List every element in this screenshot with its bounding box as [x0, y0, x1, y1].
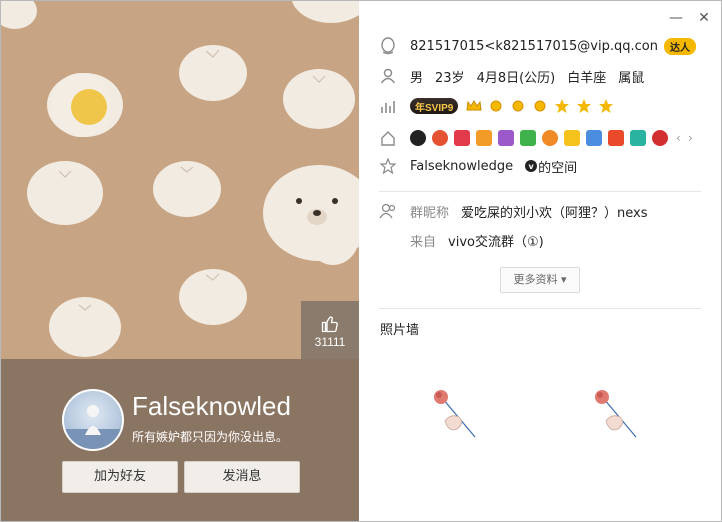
sun-icon	[534, 100, 546, 112]
services-house-icon	[379, 129, 397, 147]
gem-service-icon[interactable]	[454, 130, 470, 146]
like-button[interactable]: 31111	[301, 301, 359, 359]
cover-panel: 31111 Falseknowled 所有嫉妒都只因为你没出息。 加为好友 发消…	[1, 1, 359, 521]
thumbs-up-icon	[321, 316, 338, 333]
group-nick-value: 爱吃屎的刘小欢（阿狸？）nexs	[461, 205, 648, 221]
star-icon	[555, 99, 570, 113]
group-people-icon	[379, 202, 397, 220]
photo-wall-title: 照片墙	[380, 323, 420, 338]
person-icon	[379, 67, 397, 85]
personal-row: 男 23岁 4月8日(公历) 白羊座 属鼠	[379, 65, 644, 87]
star-icon	[577, 99, 592, 113]
gender: 男	[410, 70, 424, 86]
birthday: 4月8日(公历)	[476, 70, 556, 86]
shield-service-icon[interactable]	[608, 130, 624, 146]
services-prev-icon[interactable]: ‹	[676, 131, 686, 145]
space-row[interactable]: Falseknowledge v 的空间	[379, 155, 577, 177]
age: 23岁	[435, 70, 465, 86]
more-info-button[interactable]: 更多资料 ▾	[500, 267, 580, 293]
info-divider	[379, 191, 701, 192]
photo-rose-hand-2[interactable]	[586, 381, 650, 445]
sun-icon	[512, 100, 524, 112]
avatar[interactable]	[62, 389, 124, 451]
profile-nickname: Falseknowled	[132, 391, 291, 421]
group-nick-label: 群昵称	[410, 205, 450, 221]
sun-icon	[490, 100, 502, 112]
services-row: ‹ ›	[379, 127, 698, 149]
add-friend-button[interactable]: 加为好友	[62, 461, 178, 493]
space-link[interactable]: v 的空间	[525, 157, 577, 176]
penguin-service-icon[interactable]	[410, 130, 426, 146]
yellow-star-service-icon[interactable]	[564, 130, 580, 146]
crown-icon	[466, 100, 482, 111]
send-message-button[interactable]: 发消息	[184, 461, 300, 493]
account-row: 821517015<k821517015@vip.qq.con 达人	[379, 35, 696, 57]
star-outline-icon	[379, 157, 397, 175]
close-button[interactable]: ✕	[697, 11, 711, 25]
photo-divider	[379, 308, 701, 309]
chinese-zodiac: 属鼠	[618, 70, 645, 86]
red-seal-service-icon[interactable]	[652, 130, 668, 146]
services-next-icon[interactable]: ›	[688, 131, 698, 145]
colorful-service-icon[interactable]	[586, 130, 602, 146]
like-count: 31111	[314, 335, 346, 349]
qq-penguin-icon	[379, 37, 397, 55]
zodiac: 白羊座	[567, 70, 607, 86]
red-face-service-icon[interactable]	[432, 130, 448, 146]
from-label: 来自	[410, 234, 437, 250]
v-badge-icon: v	[525, 160, 538, 172]
house-service-icon[interactable]	[476, 130, 492, 146]
orange-cycle-service-icon[interactable]	[542, 130, 558, 146]
svip-badge[interactable]: 年SVIP9	[410, 98, 459, 114]
star-icon	[599, 99, 614, 113]
space-owner[interactable]: Falseknowledge	[410, 159, 513, 174]
account-text: 821517015<k821517015@vip.qq.con	[410, 38, 658, 54]
from-group[interactable]: vivo交流群（①)	[448, 231, 544, 250]
level-row: 年SVIP9	[379, 95, 620, 117]
from-row: 来自 vivo交流群（①)	[379, 229, 544, 251]
space-suffix: 的空间	[538, 160, 578, 176]
purple-gem-service-icon[interactable]	[498, 130, 514, 146]
group-nick-row: 群昵称 爱吃屎的刘小欢（阿狸？）nexs	[379, 200, 648, 222]
profile-window: 31111 Falseknowled 所有嫉妒都只因为你没出息。 加为好友 发消…	[0, 0, 722, 522]
rainbow-service-icon[interactable]	[630, 130, 646, 146]
minimize-button[interactable]: —	[669, 11, 683, 25]
avatar-figure-icon	[64, 405, 122, 449]
talent-badge[interactable]: 达人	[663, 37, 696, 55]
photo-rose-hand-1[interactable]	[425, 381, 489, 445]
profile-signature: 所有嫉妒都只因为你没出息。	[132, 430, 289, 444]
level-chart-icon	[379, 97, 397, 115]
green-gem-service-icon[interactable]	[520, 130, 536, 146]
